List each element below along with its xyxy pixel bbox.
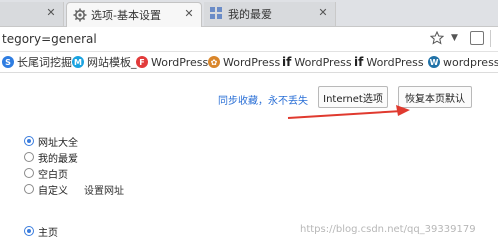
set-url-link[interactable]: 设置网址 <box>84 182 124 197</box>
pinwheel-icon: ✿ <box>208 56 220 68</box>
option-label: 自定义 <box>38 185 68 197</box>
grid-icon <box>210 7 224 21</box>
bookmark-item[interactable]: if WordPress <box>354 55 424 69</box>
bookmark-label: WordPress <box>366 55 424 69</box>
gear-icon <box>73 8 87 22</box>
wordpress-icon: W <box>428 56 440 68</box>
bookmark-item[interactable]: F WordPress <box>136 56 208 69</box>
tab-previous[interactable]: ✕ <box>0 2 64 26</box>
star-icon[interactable] <box>429 30 445 48</box>
bookmark-item[interactable]: if WordPress <box>282 55 352 69</box>
tab-label: 我的最爱 <box>228 8 272 21</box>
bookmark-label: 长尾词挖掘 <box>17 56 72 69</box>
startup-option-homepage[interactable]: 主页 <box>24 224 58 239</box>
homepage-option-custom[interactable]: 自定义 设置网址 <box>24 182 124 197</box>
close-icon[interactable]: ✕ <box>183 8 195 20</box>
bookmarks-bar: S 长尾词挖掘 M 网站模板_ F WordPress ✿ WordPress … <box>0 52 498 73</box>
radio-button[interactable] <box>24 168 34 178</box>
radio-button[interactable] <box>24 226 34 236</box>
tab-strip: ✕ 选项-基本设置 ✕ 我的最爱 ✕ <box>0 0 498 27</box>
bookmark-item[interactable]: W wordpress <box>428 56 498 69</box>
url-text[interactable]: tegory=general <box>2 32 97 46</box>
close-icon[interactable]: ✕ <box>317 7 329 19</box>
radio-button[interactable] <box>24 184 34 194</box>
bookmark-label: WordPress <box>294 55 352 69</box>
bookmark-label: 网站模板_ <box>87 56 137 69</box>
if-logo-icon: if <box>282 55 292 69</box>
tab-favorites[interactable]: 我的最爱 ✕ <box>204 2 336 26</box>
homepage-option-site-directory[interactable]: 网址大全 <box>24 134 78 149</box>
close-icon[interactable]: ✕ <box>45 7 57 19</box>
divider <box>490 30 491 47</box>
option-label: 我的最爱 <box>38 153 78 165</box>
radio-button[interactable] <box>24 152 34 162</box>
bookmark-label: WordPress <box>223 55 281 69</box>
button-label: 恢复本页默认 <box>405 93 465 105</box>
bookmark-item[interactable]: ✿ WordPress <box>208 56 280 69</box>
fp-logo-icon: F <box>136 56 148 68</box>
bookmark-label: wordpress <box>443 55 498 69</box>
option-label: 网址大全 <box>38 137 78 149</box>
address-bar: tegory=general ▼ <box>0 27 498 52</box>
extension-icon[interactable] <box>470 31 484 45</box>
if-logo-icon: if <box>354 55 364 69</box>
s-logo-icon: S <box>2 56 14 68</box>
bookmark-item[interactable]: M 网站模板_ <box>72 54 137 70</box>
chevron-down-icon[interactable]: ▼ <box>451 33 458 43</box>
tab-label: 选项-基本设置 <box>91 9 161 22</box>
option-label: 空白页 <box>38 169 68 181</box>
homepage-option-favorites[interactable]: 我的最爱 <box>24 150 78 165</box>
button-label: Internet选项 <box>323 93 383 105</box>
bookmark-item[interactable]: S 长尾词挖掘 <box>2 54 72 70</box>
tab-settings[interactable]: 选项-基本设置 ✕ <box>66 2 202 27</box>
watermark: https://blog.csdn.net/qq_39339179 <box>300 224 476 235</box>
radio-button[interactable] <box>24 136 34 146</box>
m-logo-icon: M <box>72 56 84 68</box>
option-label: 主页 <box>38 227 58 239</box>
bookmark-label: WordPress <box>151 55 209 69</box>
annotation-arrow <box>287 105 410 119</box>
homepage-option-blank[interactable]: 空白页 <box>24 166 68 181</box>
